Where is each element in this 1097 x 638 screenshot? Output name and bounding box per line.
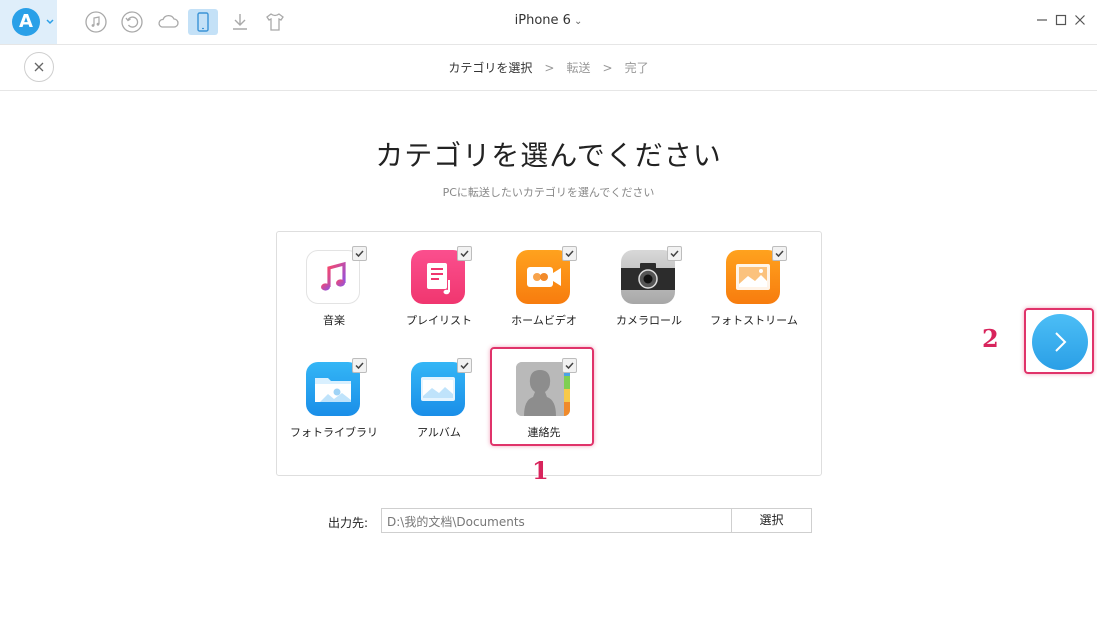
- category-checkbox[interactable]: [772, 246, 787, 261]
- step-separator: >: [544, 61, 555, 75]
- chevron-right-icon: [1055, 332, 1067, 352]
- step-bar: カテゴリを選択 > 転送 > 完了: [0, 45, 1097, 91]
- category-label: ホームビデオ: [511, 314, 577, 327]
- category-photo-library[interactable]: フォトライブラリ: [284, 344, 384, 444]
- output-label: 出力先:: [328, 516, 369, 530]
- step-complete: 完了: [624, 61, 649, 75]
- category-label: カメラロール: [616, 314, 682, 327]
- category-checkbox[interactable]: [352, 358, 367, 373]
- category-checkbox[interactable]: [457, 246, 472, 261]
- category-home-video[interactable]: ホームビデオ: [494, 232, 594, 332]
- category-checkbox[interactable]: [352, 246, 367, 261]
- contacts-highlight-box: [490, 347, 594, 446]
- minimize-icon[interactable]: [1035, 13, 1049, 27]
- annotation-number-2: 2: [982, 324, 999, 353]
- breadcrumb: カテゴリを選択 > 転送 > 完了: [0, 59, 1097, 76]
- category-playlist[interactable]: プレイリスト: [389, 232, 489, 332]
- category-music[interactable]: 音楽: [284, 232, 384, 332]
- next-button[interactable]: [1032, 314, 1088, 370]
- category-album[interactable]: アルバム: [389, 344, 489, 444]
- step-separator: >: [602, 61, 613, 75]
- device-selector[interactable]: iPhone 6 ⌄: [0, 13, 1097, 28]
- category-label: フォトストリーム: [710, 314, 798, 327]
- close-window-icon[interactable]: [1073, 13, 1087, 27]
- category-label: プレイリスト: [406, 314, 472, 327]
- chevron-down-icon: ⌄: [573, 16, 583, 27]
- page-title: カテゴリを選んでください: [375, 139, 722, 172]
- category-label: 音楽: [323, 314, 345, 327]
- category-checkbox[interactable]: [667, 246, 682, 261]
- category-label: アルバム: [417, 426, 461, 439]
- browse-button[interactable]: 選択: [731, 508, 812, 533]
- category-photo-stream[interactable]: フォトストリーム: [704, 232, 804, 332]
- category-camera-roll[interactable]: カメラロール: [599, 232, 699, 332]
- output-path-field[interactable]: D:\我的文档\Documents: [381, 508, 732, 533]
- device-name: iPhone 6: [514, 13, 571, 28]
- step-select-category: カテゴリを選択: [448, 61, 533, 75]
- step-transfer: 転送: [566, 61, 591, 75]
- category-checkbox[interactable]: [457, 358, 472, 373]
- category-checkbox[interactable]: [562, 246, 577, 261]
- category-label: フォトライブラリ: [290, 426, 378, 439]
- maximize-icon[interactable]: [1054, 13, 1068, 27]
- annotation-number-1: 1: [532, 456, 549, 485]
- page-subtitle: PCに転送したいカテゴリを選んでください: [442, 186, 655, 199]
- title-bar: A iPhone 6 ⌄: [0, 0, 1097, 45]
